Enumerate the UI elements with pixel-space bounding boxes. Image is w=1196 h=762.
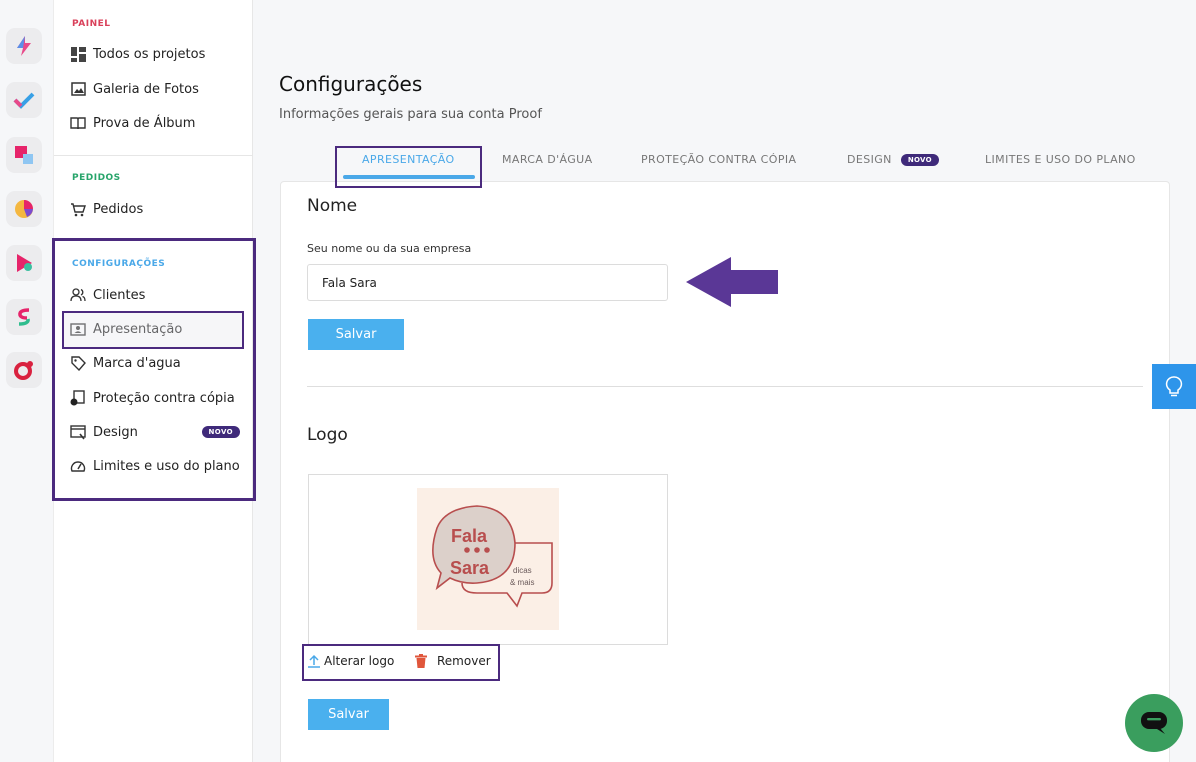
name-input[interactable] (307, 264, 668, 301)
sidebar-item-label: Pedidos (93, 201, 144, 217)
sidebar-item-pedidos[interactable]: Pedidos (70, 196, 240, 222)
remove-logo-button[interactable]: Remover (415, 654, 491, 668)
lightbulb-icon (1165, 375, 1183, 398)
sidebar-item-todos-projetos[interactable]: Todos os projetos (70, 41, 240, 67)
remove-logo-label: Remover (437, 654, 491, 668)
save-name-button[interactable]: Salvar (308, 319, 404, 350)
change-logo-label: Alterar logo (324, 654, 395, 668)
section-divider (307, 386, 1143, 387)
name-section-heading: Nome (307, 196, 358, 216)
cart-icon (70, 201, 86, 217)
logo-section-heading: Logo (307, 425, 348, 445)
save-logo-button[interactable]: Salvar (308, 699, 389, 730)
app-bolt-icon[interactable] (6, 28, 42, 64)
sidebar-item-prova-album[interactable]: Prova de Álbum (70, 110, 240, 136)
section-title-pedidos: PEDIDOS (72, 173, 121, 183)
name-field-label: Seu nome ou da sua empresa (307, 242, 472, 255)
tab-marca-dagua[interactable]: MARCA D'ÁGUA (502, 153, 593, 166)
app-s-icon[interactable] (6, 299, 42, 335)
sidebar-item-label: Todos os projetos (93, 46, 206, 62)
tab-design[interactable]: DESIGN NOVO (847, 153, 939, 166)
tab-design-label: DESIGN (847, 153, 892, 166)
config-section-highlight (52, 238, 256, 501)
app-squares-icon[interactable] (6, 137, 42, 173)
help-tab[interactable] (1152, 364, 1196, 409)
pointer-arrow-icon (686, 257, 778, 307)
tab-highlight (335, 146, 482, 188)
app-record-icon[interactable] (6, 352, 42, 388)
app-pie-icon[interactable] (6, 191, 42, 227)
page-title: Configurações (279, 72, 423, 96)
sidebar-item-label: Prova de Álbum (93, 115, 196, 131)
page-subtitle: Informações gerais para sua conta Proof (279, 107, 542, 122)
sidebar-item-label: Galeria de Fotos (93, 81, 199, 97)
upload-icon (307, 654, 321, 668)
trash-icon (415, 654, 427, 668)
app-rail (0, 0, 54, 762)
logo-small-line2: & mais (510, 578, 535, 587)
tab-protecao-copia[interactable]: PROTEÇÃO CONTRA CÓPIA (641, 153, 796, 166)
change-logo-link[interactable]: Alterar logo (307, 654, 394, 668)
logo-small-line1: dicas (513, 566, 532, 575)
app-play-icon[interactable] (6, 245, 42, 281)
logo-text-line1: Fala (451, 526, 488, 546)
chat-icon (1140, 711, 1168, 735)
book-icon (70, 115, 86, 131)
logo-image: Fala Sara dicas & mais (417, 488, 559, 630)
new-badge: NOVO (900, 153, 939, 166)
chat-button[interactable] (1125, 694, 1183, 752)
sidebar-divider (54, 155, 253, 156)
app-check-icon[interactable] (6, 82, 42, 118)
apresentacao-highlight (62, 311, 244, 349)
grid-icon (70, 46, 86, 62)
logo-text-line2: Sara (450, 558, 490, 578)
photo-icon (70, 81, 86, 97)
sidebar-item-galeria-fotos[interactable]: Galeria de Fotos (70, 76, 240, 102)
tab-limites-plano[interactable]: LIMITES E USO DO PLANO (985, 153, 1136, 166)
section-title-painel: PAINEL (72, 19, 111, 29)
